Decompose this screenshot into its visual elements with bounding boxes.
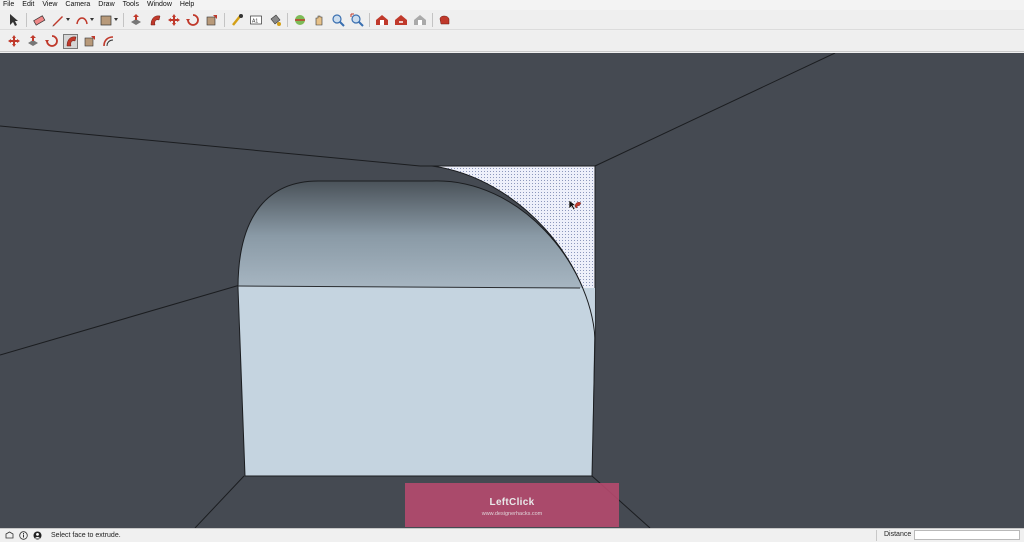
menu-bar: File Edit View Camera Draw Tools Window Help	[0, 0, 1024, 10]
chevron-down-icon[interactable]	[114, 18, 118, 21]
share-model-tool-button[interactable]	[393, 12, 408, 27]
menu-camera[interactable]: Camera	[62, 0, 95, 10]
menu-view[interactable]: View	[39, 0, 62, 10]
toolbar-separator	[123, 12, 124, 27]
toolbar-separator	[224, 12, 225, 27]
move-tool-button[interactable]	[6, 34, 21, 49]
toolbar-separator	[26, 12, 27, 27]
move-icon	[7, 34, 21, 48]
scale-tool-button[interactable]	[204, 12, 219, 27]
zoom-extents-tool-button[interactable]	[349, 12, 364, 27]
text-icon: A1	[249, 13, 263, 27]
pencil-line-tool-button[interactable]	[50, 12, 65, 27]
geo-location-icon[interactable]	[5, 531, 14, 540]
toolbar-separator	[369, 12, 370, 27]
menu-file[interactable]: File	[0, 0, 19, 10]
orbit-icon	[293, 13, 307, 27]
orbit-tool-button[interactable]	[292, 12, 307, 27]
follow-me-icon	[148, 13, 162, 27]
arc-tool-button[interactable]	[74, 12, 89, 27]
toolbar-separator	[287, 12, 288, 27]
extension-warehouse-icon	[438, 13, 452, 27]
menu-window[interactable]: Window	[144, 0, 177, 10]
rectangle-shape-icon	[99, 13, 113, 27]
scale-icon	[83, 34, 97, 48]
paint-bucket-icon	[268, 13, 282, 27]
share-model-icon	[394, 13, 408, 27]
tape-measure-tool-button[interactable]	[229, 12, 244, 27]
offset-icon	[102, 34, 116, 48]
rotate-icon	[185, 13, 200, 27]
warehouse-tool-button[interactable]	[374, 12, 389, 27]
push-pull-tool-button[interactable]	[128, 12, 143, 27]
main-toolbar: A1	[0, 10, 1024, 30]
scale-tool-button[interactable]	[82, 34, 97, 49]
zoom-icon	[331, 13, 345, 27]
components-icon	[413, 13, 427, 27]
chevron-down-icon[interactable]	[90, 18, 94, 21]
eraser-icon	[32, 13, 46, 27]
follow-me-tool-button[interactable]	[63, 33, 78, 49]
status-bar: Select face to extrude. Distance	[0, 528, 1024, 542]
status-message: Select face to extrude.	[51, 532, 121, 539]
user-account-icon[interactable]	[33, 531, 42, 540]
edit-toolbar	[0, 31, 1024, 52]
rotate-tool-button[interactable]	[44, 34, 59, 49]
push-pull-icon	[26, 34, 40, 48]
watermark-title: LeftClick	[489, 497, 535, 508]
rotate-tool-button[interactable]	[185, 12, 200, 27]
menu-edit[interactable]: Edit	[19, 0, 39, 10]
svg-text:A1: A1	[252, 18, 258, 24]
extension-warehouse-tool-button[interactable]	[437, 12, 452, 27]
chevron-down-icon[interactable]	[66, 18, 70, 21]
toolbar-separator	[432, 12, 433, 27]
arc-icon	[75, 13, 89, 27]
menu-tools[interactable]: Tools	[120, 0, 144, 10]
eraser-tool-button[interactable]	[31, 12, 46, 27]
pan-icon	[312, 13, 326, 27]
components-tool-button[interactable]	[412, 12, 427, 27]
warehouse-icon	[375, 13, 389, 27]
tape-measure-icon	[230, 13, 244, 27]
offset-tool-button[interactable]	[101, 34, 116, 49]
select-arrow-icon	[7, 13, 21, 27]
rectangle-shape-tool-button[interactable]	[98, 12, 113, 27]
zoom-extents-icon	[350, 13, 364, 27]
drawing-viewport[interactable]: LeftClick www.designerhacks.com	[0, 53, 1024, 528]
menu-draw[interactable]: Draw	[95, 0, 119, 10]
text-tool-button[interactable]: A1	[248, 12, 263, 27]
measurements-input[interactable]	[914, 530, 1020, 540]
push-pull-tool-button[interactable]	[25, 34, 40, 49]
credits-info-icon[interactable]	[19, 531, 28, 540]
scene-canvas[interactable]	[0, 53, 1024, 528]
zoom-tool-button[interactable]	[330, 12, 345, 27]
menu-help[interactable]: Help	[177, 0, 199, 10]
front-face[interactable]	[238, 286, 595, 476]
status-divider	[876, 530, 877, 541]
watermark-subtitle: www.designerhacks.com	[481, 511, 543, 517]
pencil-line-icon	[51, 13, 65, 27]
pan-tool-button[interactable]	[311, 12, 326, 27]
watermark-overlay: LeftClick www.designerhacks.com	[405, 483, 619, 527]
follow-me-tool-button[interactable]	[147, 12, 162, 27]
move-tool-button[interactable]	[166, 12, 181, 27]
rotate-icon	[44, 34, 59, 48]
measurements-label: Distance	[884, 531, 912, 538]
push-pull-icon	[129, 13, 143, 27]
scale-icon	[205, 13, 219, 27]
follow-me-icon	[64, 34, 78, 48]
move-icon	[167, 13, 181, 27]
paint-bucket-tool-button[interactable]	[267, 12, 282, 27]
select-arrow-tool-button[interactable]	[6, 12, 21, 27]
